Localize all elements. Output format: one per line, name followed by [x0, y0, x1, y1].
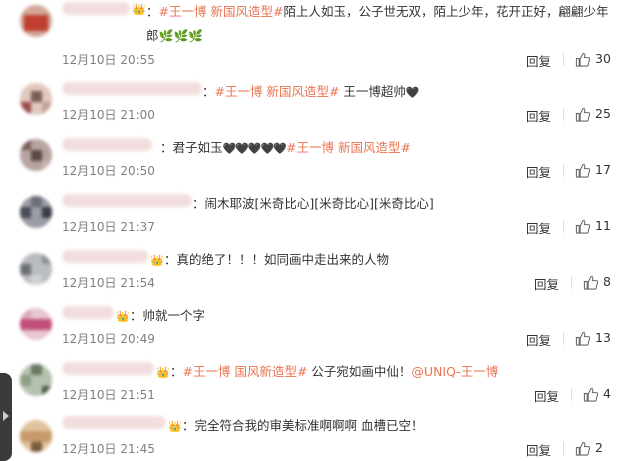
crown-icon: 👑: [116, 310, 130, 323]
crown-icon: 👑: [150, 254, 164, 267]
comment-text: ：#王一博 新国风造型#陌上人如玉，公子世无双，陌上少年，花开正好，翩翩少年郎🌿…: [146, 4, 609, 43]
hashtag-link[interactable]: #王一博 新国风造型#: [159, 4, 284, 19]
hashtag-link[interactable]: #王一博 新国风造型#: [215, 84, 340, 99]
comment-text: ：君子如玉🖤🖤🖤🖤🖤#王一博 新国风造型#: [160, 140, 411, 155]
heart-emoji: 🖤: [405, 86, 420, 99]
comment-time: 12月10日 21:00: [62, 108, 155, 122]
like-count: 17: [595, 162, 611, 177]
divider: [563, 220, 564, 233]
crown-icon: 👑: [168, 420, 182, 433]
like-count: 8: [603, 274, 611, 289]
divider: [571, 276, 572, 289]
leaf-emoji: 🌿🌿🌿: [158, 29, 204, 43]
comment-time: 12月10日 21:54: [62, 276, 155, 290]
comment-text: ：#王一博 新国风造型# 王一博超帅🖤: [202, 84, 420, 99]
username-blurred[interactable]: [62, 306, 114, 319]
divider: [563, 442, 564, 455]
crown-icon: 👑: [156, 366, 170, 379]
reply-button[interactable]: 回复: [526, 440, 551, 459]
username-blurred[interactable]: [62, 2, 130, 15]
reply-button[interactable]: 回复: [534, 274, 559, 293]
thumbs-up-icon[interactable]: [583, 275, 598, 290]
side-toggle-button[interactable]: [0, 373, 12, 461]
thumbs-up-icon[interactable]: [575, 107, 590, 122]
thumbs-up-icon[interactable]: [575, 219, 590, 234]
thumbs-up-icon[interactable]: [575, 163, 590, 178]
like-count: 2: [595, 440, 603, 455]
comment-time: 12月10日 21:51: [62, 388, 155, 402]
reply-button[interactable]: 回复: [526, 218, 551, 237]
reply-button[interactable]: 回复: [526, 162, 551, 181]
like-count: 4: [603, 386, 611, 401]
mention-link[interactable]: @UNIQ-王一博: [411, 364, 498, 379]
hashtag-link[interactable]: #王一博 新国风造型#: [286, 140, 411, 155]
chevron-right-icon: [3, 411, 9, 421]
username-blurred[interactable]: [62, 138, 152, 151]
like-count: 13: [595, 330, 611, 345]
divider: [571, 388, 572, 401]
thumbs-up-icon[interactable]: [575, 331, 590, 346]
reply-button[interactable]: 回复: [526, 330, 551, 349]
like-count: 30: [595, 51, 611, 66]
reply-button[interactable]: 回复: [526, 106, 551, 125]
avatar[interactable]: [20, 5, 52, 37]
thumbs-up-icon[interactable]: [583, 387, 598, 402]
heart-emoji: 🖤🖤🖤🖤🖤: [222, 142, 287, 155]
thumbs-up-icon[interactable]: [575, 441, 590, 456]
crown-icon: 👑: [132, 3, 146, 16]
divider: [563, 53, 564, 66]
like-count: 11: [595, 218, 611, 233]
comment-time: 12月10日 20:50: [62, 164, 155, 178]
divider: [563, 164, 564, 177]
comment-text: ：闹木耶波[米奇比心][米奇比心][米奇比心]: [192, 196, 434, 211]
username-blurred[interactable]: [62, 362, 154, 375]
comment-text: ：真的绝了！！！如同画中走出来的人物: [164, 252, 390, 267]
username-blurred[interactable]: [62, 416, 166, 429]
comment-time: 12月10日 21:45: [62, 442, 155, 456]
username-blurred[interactable]: [62, 82, 202, 95]
divider: [563, 332, 564, 345]
reply-button[interactable]: 回复: [526, 51, 551, 70]
comment-time: 12月10日 21:37: [62, 220, 155, 234]
comment-time: 12月10日 20:55: [62, 53, 155, 67]
hashtag-link[interactable]: #王一博 国风新造型#: [183, 364, 308, 379]
reply-button[interactable]: 回复: [534, 386, 559, 405]
username-blurred[interactable]: [62, 250, 148, 263]
comment-text: ：帅就一个字: [130, 308, 206, 323]
username-blurred[interactable]: [62, 194, 192, 207]
divider: [563, 108, 564, 121]
comment-text: ：#王一博 国风新造型# 公子宛如画中仙！@UNIQ-王一博: [170, 364, 499, 379]
comment-time: 12月10日 20:49: [62, 332, 155, 346]
comment-text: ：完全符合我的审美标准啊啊啊 血槽已空！: [182, 418, 424, 433]
like-count: 25: [595, 106, 611, 121]
thumbs-up-icon[interactable]: [575, 52, 590, 67]
